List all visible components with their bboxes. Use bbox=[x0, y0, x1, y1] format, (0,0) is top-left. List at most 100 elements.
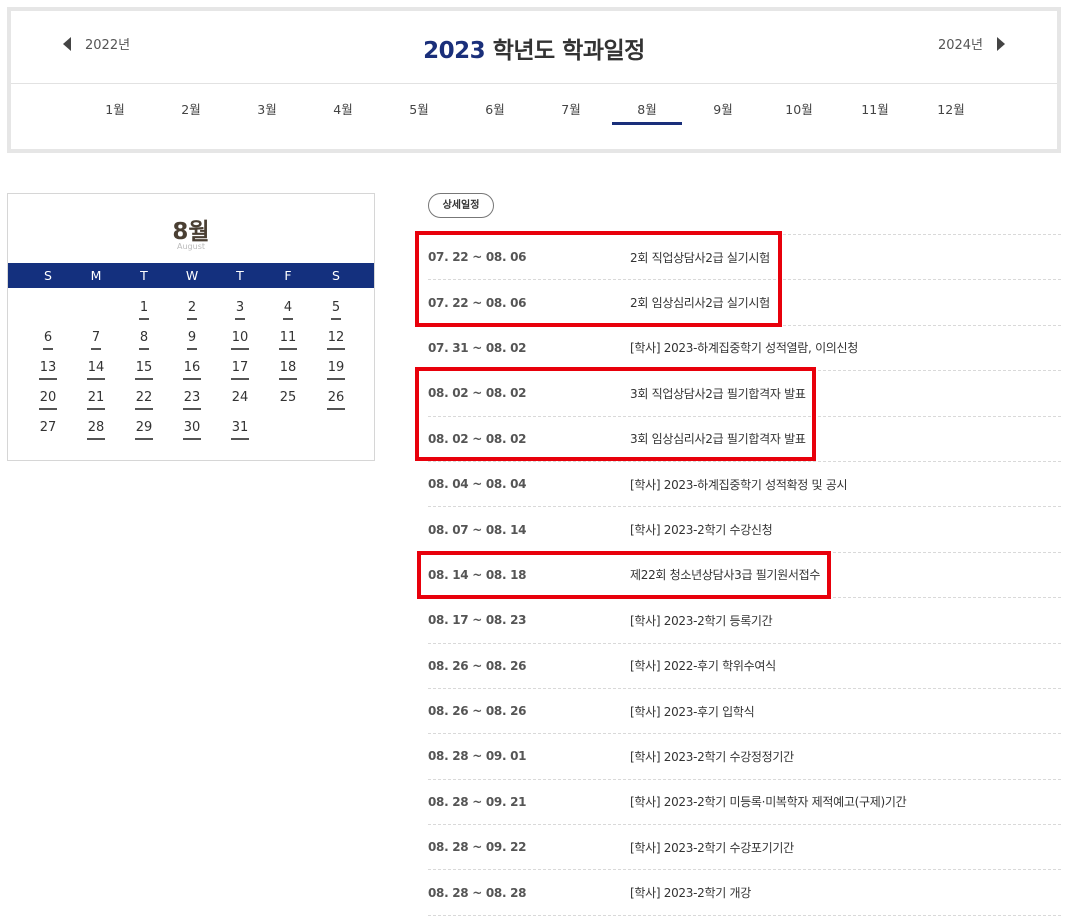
calendar-day[interactable]: 13 bbox=[24, 358, 72, 388]
schedule-date: 07. 22 ~ 08. 06 bbox=[428, 250, 527, 265]
schedule-title: 3회 임상심리사2급 필기합격자 발표 bbox=[630, 432, 806, 447]
calendar-empty-cell bbox=[312, 418, 360, 448]
calendar-day[interactable]: 21 bbox=[72, 388, 120, 418]
month-tab-5[interactable]: 5월 bbox=[381, 84, 457, 126]
schedule-row: 08. 26 ~ 08. 26 [학사] 2022-후기 학위수여식 bbox=[428, 644, 1061, 689]
month-tab-2[interactable]: 2월 bbox=[153, 84, 229, 126]
month-tab-4[interactable]: 4월 bbox=[305, 84, 381, 126]
calendar-day-number: 5 bbox=[330, 298, 342, 320]
month-tab-10[interactable]: 10월 bbox=[761, 84, 837, 126]
schedule-row: 08. 28 ~ 09. 22 [학사] 2023-2학기 수강포기기간 bbox=[428, 825, 1061, 871]
schedule-title: [학사] 2023-후기 입학식 bbox=[630, 704, 755, 719]
calendar-day[interactable]: 9 bbox=[168, 328, 216, 358]
calendar-day[interactable]: 30 bbox=[168, 418, 216, 448]
calendar-day[interactable]: 28 bbox=[72, 418, 120, 448]
calendar-empty-cell bbox=[24, 298, 72, 328]
schedule-date: 08. 28 ~ 09. 01 bbox=[428, 749, 527, 764]
calendar-day-number: 29 bbox=[134, 418, 154, 440]
month-tab-3[interactable]: 3월 bbox=[229, 84, 305, 126]
schedule-title: [학사] 2023-2학기 수강신청 bbox=[630, 523, 773, 538]
calendar-day[interactable]: 6 bbox=[24, 328, 72, 358]
calendar-day-number: 11 bbox=[278, 328, 298, 350]
calendar-day[interactable]: 16 bbox=[168, 358, 216, 388]
schedule-row: 08. 14 ~ 08. 18 제22회 청소년상담사3급 필기원서접수 bbox=[428, 553, 1061, 599]
calendar-day[interactable]: 5 bbox=[312, 298, 360, 328]
calendar-day-number: 6 bbox=[42, 328, 54, 350]
weekday-label: F bbox=[284, 268, 292, 283]
calendar-day[interactable]: 10 bbox=[216, 328, 264, 358]
calendar-day-number: 14 bbox=[86, 358, 106, 380]
page-title: 2023 학년도 학과일정 bbox=[11, 31, 1057, 65]
calendar-day[interactable]: 19 bbox=[312, 358, 360, 388]
triangle-right-icon bbox=[997, 36, 1005, 51]
calendar-day[interactable]: 17 bbox=[216, 358, 264, 388]
calendar-week-row: 1 2 3 4 5 bbox=[24, 298, 360, 328]
year-bar: 2022년 2023 학년도 학과일정 2024년 bbox=[11, 11, 1057, 84]
schedule-date: 08. 28 ~ 09. 21 bbox=[428, 794, 527, 809]
calendar-day[interactable]: 20 bbox=[24, 388, 72, 418]
month-tab-1[interactable]: 1월 bbox=[77, 84, 153, 126]
schedule-date: 08. 07 ~ 08. 14 bbox=[428, 522, 527, 537]
schedule-row: 08. 04 ~ 08. 04 [학사] 2023-하계집중학기 성적확정 및 공… bbox=[428, 462, 1061, 508]
schedule-title: [학사] 2023-2학기 미등록·미복학자 제적예고(구제)기간 bbox=[630, 795, 907, 810]
calendar-day-number: 23 bbox=[182, 388, 202, 410]
month-tab-8[interactable]: 8월 bbox=[609, 84, 685, 126]
next-year-button[interactable]: 2024년 bbox=[938, 34, 1005, 53]
calendar-day[interactable]: 18 bbox=[264, 358, 312, 388]
schedule-date: 07. 31 ~ 08. 02 bbox=[428, 340, 527, 355]
schedule-date: 08. 04 ~ 08. 04 bbox=[428, 477, 527, 492]
schedule-row: 08. 02 ~ 08. 02 3회 직업상담사2급 필기합격자 발표 bbox=[428, 371, 1061, 417]
calendar-day[interactable]: 31 bbox=[216, 418, 264, 448]
calendar-day[interactable]: 15 bbox=[120, 358, 168, 388]
weekday-label: S bbox=[332, 268, 340, 283]
schedule-date: 08. 26 ~ 08. 26 bbox=[428, 704, 527, 719]
calendar-day-number: 8 bbox=[138, 328, 150, 350]
detail-schedule-button[interactable]: 상세일정 bbox=[428, 193, 494, 218]
schedule-title: [학사] 2023-하계집중학기 성적확정 및 공시 bbox=[630, 477, 848, 492]
schedule-row: 07. 31 ~ 08. 02 [학사] 2023-하계집중학기 성적열람, 이의… bbox=[428, 326, 1061, 372]
calendar-day-number: 22 bbox=[134, 388, 154, 410]
calendar-week-row: 6 7 8 9 10 11 12 bbox=[24, 328, 360, 358]
calendar-day-number: 16 bbox=[182, 358, 202, 380]
schedule-date: 08. 02 ~ 08. 02 bbox=[428, 431, 527, 446]
calendar-day[interactable]: 1 bbox=[120, 298, 168, 328]
year-navigation-box: 2022년 2023 학년도 학과일정 2024년 1월 2월 3월 4월 5월 6월 7월… bbox=[7, 7, 1061, 153]
calendar-weekday-header: SMTWTFS bbox=[8, 263, 374, 288]
calendar-day-number: 12 bbox=[326, 328, 346, 350]
next-year-label: 2024년 bbox=[937, 38, 983, 53]
month-tab-11[interactable]: 11월 bbox=[837, 84, 913, 126]
month-calendar: 8월 August SMTWTFS 1 2 3 4 5 6 7 8 9 10 11 12 13 14 15 1… bbox=[7, 193, 375, 461]
calendar-day: 25 bbox=[264, 388, 312, 418]
calendar-day[interactable]: 23 bbox=[168, 388, 216, 418]
calendar-day-number: 17 bbox=[230, 358, 250, 380]
calendar-day-number: 27 bbox=[39, 420, 57, 435]
calendar-day[interactable]: 14 bbox=[72, 358, 120, 388]
month-tab-12[interactable]: 12월 bbox=[913, 84, 989, 126]
calendar-day[interactable]: 12 bbox=[312, 328, 360, 358]
weekday-label: M bbox=[90, 268, 102, 283]
schedule-row: 08. 28 ~ 09. 01 [학사] 2023-2학기 수강정정기간 bbox=[428, 734, 1061, 780]
calendar-day[interactable]: 3 bbox=[216, 298, 264, 328]
calendar-day-number: 13 bbox=[38, 358, 58, 380]
calendar-day[interactable]: 7 bbox=[72, 328, 120, 358]
schedule-title: 2회 직업상담사2급 실기시험 bbox=[630, 250, 770, 265]
calendar-day[interactable]: 2 bbox=[168, 298, 216, 328]
calendar-day-number: 1 bbox=[138, 298, 150, 320]
calendar-day-number: 21 bbox=[86, 388, 106, 410]
weekday-label: S bbox=[44, 268, 52, 283]
calendar-day[interactable]: 11 bbox=[264, 328, 312, 358]
calendar-day-number: 30 bbox=[182, 418, 202, 440]
schedule-date: 08. 17 ~ 08. 23 bbox=[428, 613, 527, 628]
calendar-day-number: 24 bbox=[231, 390, 249, 405]
month-tab-6[interactable]: 6월 bbox=[457, 84, 533, 126]
calendar-day[interactable]: 26 bbox=[312, 388, 360, 418]
calendar-day[interactable]: 4 bbox=[264, 298, 312, 328]
month-tab-9[interactable]: 9월 bbox=[685, 84, 761, 126]
calendar-day[interactable]: 8 bbox=[120, 328, 168, 358]
calendar-day[interactable]: 22 bbox=[120, 388, 168, 418]
calendar-day[interactable]: 29 bbox=[120, 418, 168, 448]
calendar-empty-cell bbox=[72, 298, 120, 328]
schedule-title: 2회 임상심리사2급 실기시험 bbox=[630, 296, 770, 311]
calendar-week-row: 13 14 15 16 17 18 19 bbox=[24, 358, 360, 388]
month-tab-7[interactable]: 7월 bbox=[533, 84, 609, 126]
